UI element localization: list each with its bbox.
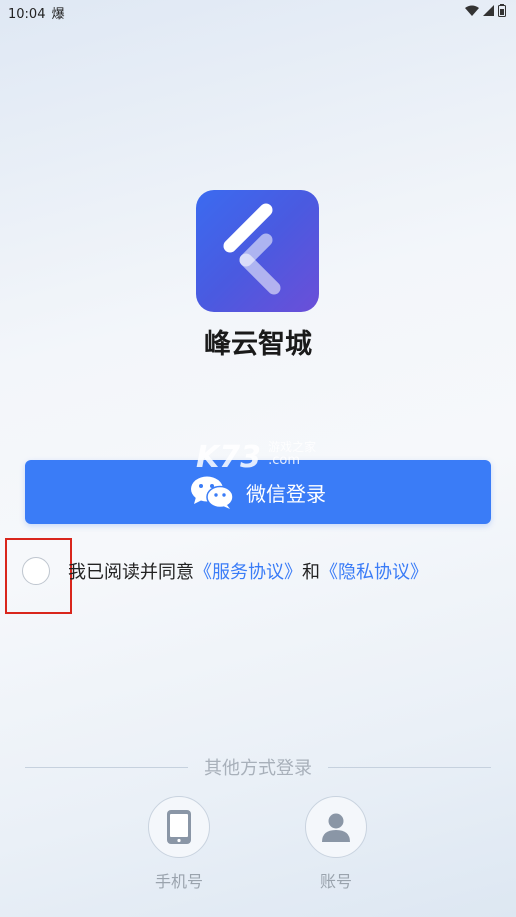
watermark: K73 游戏之家 .com [196,440,316,475]
watermark-tagline: 游戏之家 [268,440,317,454]
phone-icon [167,810,191,844]
other-login-title: 其他方式登录 [204,758,312,779]
status-time: 10:04 爆 [8,3,65,22]
signal-icon [483,5,494,16]
other-login-divider: 其他方式登录 [25,754,491,780]
user-icon [322,813,350,842]
wifi-icon [465,5,479,16]
privacy-agreement-link[interactable]: 《隐私协议》 [320,562,428,583]
notification-glyph: 爆 [51,7,65,22]
watermark-brand: K73 [196,440,261,475]
phone-login-label: 手机号 [154,872,203,891]
service-agreement-link[interactable]: 《服务协议》 [194,562,302,583]
app-logo [196,190,319,312]
divider-line-left [25,766,188,768]
status-time-text: 10:04 [8,7,46,22]
account-login-label: 账号 [319,872,352,891]
battery-icon [498,4,506,17]
wechat-login-label: 微信登录 [246,481,326,506]
watermark-domain: .com [268,453,300,468]
highlight-box [5,538,72,614]
divider-line-right [328,766,491,768]
wechat-icon [191,476,234,509]
app-logo-mark [223,203,281,295]
account-login-button[interactable] [305,796,367,858]
phone-login-button[interactable] [148,796,210,858]
phone-login-option[interactable]: 手机号 [139,796,219,892]
app-name: 峰云智城 [204,329,312,360]
agreement-prefix: 我已阅读并同意 [68,562,194,583]
agreement-text: 我已阅读并同意《服务协议》和《隐私协议》 [68,558,428,584]
status-icons [465,4,506,17]
agreement-conjunction: 和 [302,562,320,583]
account-login-option[interactable]: 账号 [296,796,376,892]
status-bar: 10:04 爆 [0,0,516,24]
